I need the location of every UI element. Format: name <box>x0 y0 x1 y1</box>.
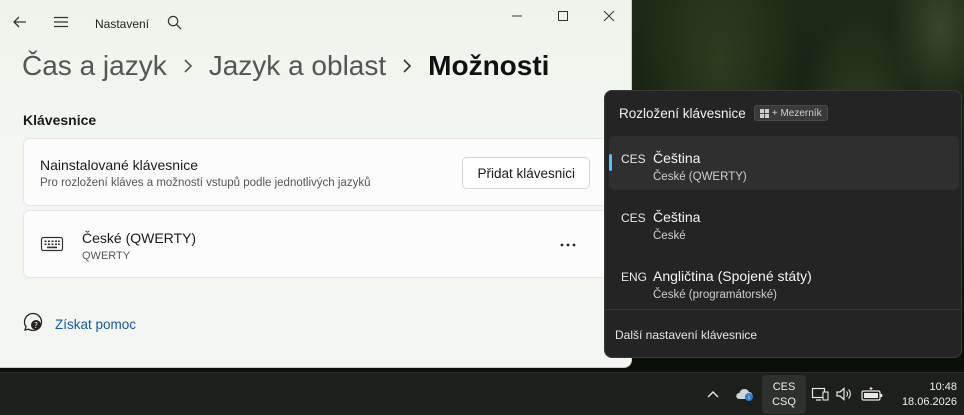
installed-keyboards-description: Pro rozložení kláves a možností vstupů p… <box>40 177 371 189</box>
network-icon[interactable] <box>810 384 830 404</box>
layout-code: ENG <box>621 270 648 284</box>
installed-keyboards-title: Nainstalované klávesnice <box>40 157 198 173</box>
flyout-divider <box>605 309 961 310</box>
clock-time: 10:48 <box>929 381 957 393</box>
shortcut-label: + Mezerník <box>771 107 822 119</box>
layout-variant: České <box>653 230 686 242</box>
clock-date: 18.06.2026 <box>901 396 957 408</box>
layout-item-czech-qwerty[interactable]: CES Čeština České (QWERTY) <box>609 136 959 190</box>
add-keyboard-button[interactable]: Přidat klávesnici <box>462 157 590 189</box>
shortcut-hint: + Mezerník <box>753 105 828 121</box>
layout-variant: České (QWERTY) <box>653 171 747 183</box>
maximize-button[interactable] <box>540 0 586 32</box>
layout-language: Čeština <box>653 150 701 166</box>
input-layout-code: CSQ <box>772 395 796 408</box>
section-title-keyboards: Klávesnice <box>23 112 97 128</box>
keyboard-icon <box>40 233 64 255</box>
more-keyboard-settings-link[interactable]: Další nastavení klávesnice <box>615 328 757 342</box>
close-button[interactable] <box>586 0 631 32</box>
keyboard-type: QWERTY <box>82 250 131 262</box>
hamburger-menu-icon[interactable] <box>49 10 73 34</box>
layout-item-english-us[interactable]: ENG Angličtina (Spojené státy) České (pr… <box>609 254 959 308</box>
page-title: Možnosti <box>428 50 550 81</box>
title-bar: Nastavení <box>0 0 631 46</box>
chevron-right-icon <box>402 58 412 74</box>
breadcrumb: Čas a jazyk Jazyk a oblast Možnosti <box>22 46 549 86</box>
installed-keyboards-card: Nainstalované klávesnice Pro rozložení k… <box>23 138 607 206</box>
layout-variant: České (programátorské) <box>653 289 777 301</box>
onedrive-icon[interactable]: i <box>735 384 755 404</box>
input-indicator[interactable]: CES CSQ <box>762 375 806 414</box>
layout-item-czech[interactable]: CES Čeština České <box>609 195 959 249</box>
windows-logo-icon <box>759 108 769 118</box>
settings-window: Nastavení Čas a jazyk Jazyk a oblast Mož… <box>0 0 632 368</box>
flyout-header: Rozložení klávesnice + Mezerník <box>619 105 828 121</box>
keyboard-name: České (QWERTY) <box>82 230 197 246</box>
keyboard-layout-flyout: Rozložení klávesnice + Mezerník CES Češt… <box>604 90 962 358</box>
back-arrow-icon[interactable] <box>8 10 32 34</box>
svg-text:?: ? <box>34 321 38 330</box>
input-language-code: CES <box>772 380 796 393</box>
volume-icon[interactable] <box>834 384 854 404</box>
flyout-title: Rozložení klávesnice <box>619 105 746 121</box>
layout-code: CES <box>621 152 646 166</box>
minimize-button[interactable] <box>494 0 540 32</box>
chevron-right-icon <box>183 58 193 74</box>
layout-code: CES <box>621 211 646 225</box>
layout-language: Čeština <box>653 209 701 225</box>
taskbar: i CES CSQ 10:48 18.06.2026 <box>0 372 964 415</box>
chevron-up-icon[interactable] <box>703 384 723 404</box>
more-options-icon[interactable] <box>556 233 580 257</box>
help-icon: ? <box>23 312 43 337</box>
get-help-link[interactable]: ? Získat pomoc <box>23 312 136 337</box>
keyboard-item-card: České (QWERTY) QWERTY <box>23 210 607 278</box>
breadcrumb-item-time-language[interactable]: Čas a jazyk <box>22 50 167 82</box>
app-title: Nastavení <box>95 17 150 31</box>
clock[interactable]: 10:48 18.06.2026 <box>895 380 957 410</box>
battery-icon[interactable] <box>860 384 884 404</box>
layout-language: Angličtina (Spojené státy) <box>653 268 812 284</box>
get-help-label[interactable]: Získat pomoc <box>55 317 136 332</box>
selected-indicator <box>609 154 612 171</box>
search-icon[interactable] <box>162 10 186 34</box>
breadcrumb-item-language-region[interactable]: Jazyk a oblast <box>209 50 386 82</box>
